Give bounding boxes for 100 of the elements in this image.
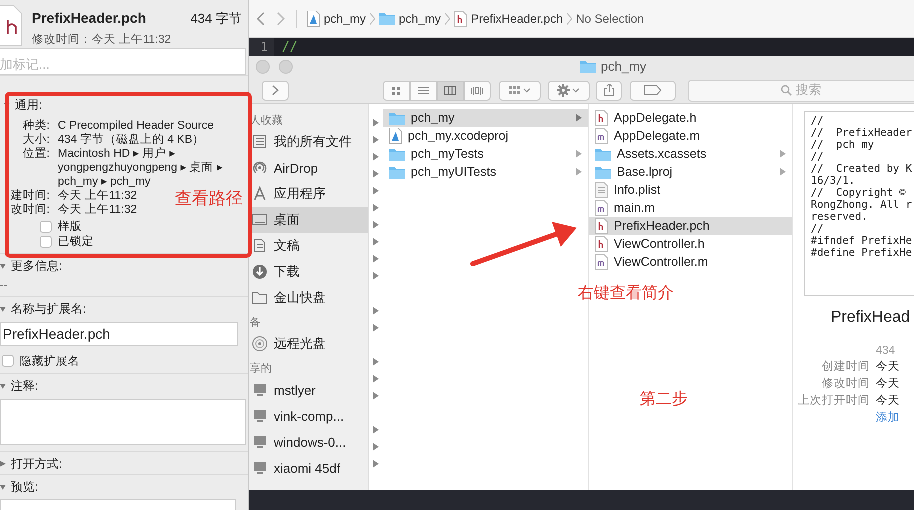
- folder-icon: [389, 148, 405, 160]
- info-label: 改时间:: [10, 203, 50, 217]
- arrange-button[interactable]: [499, 80, 541, 100]
- section-title[interactable]: 注释:: [11, 378, 38, 394]
- file-row[interactable]: AppDelegate.m: [589, 127, 792, 145]
- sidebar-item[interactable]: 我的所有文件: [248, 129, 368, 155]
- section-title[interactable]: 打开方式:: [11, 456, 62, 472]
- sidebar-item[interactable]: vink-comp...: [248, 403, 368, 429]
- add-tag-link[interactable]: 添加: [876, 410, 914, 425]
- file-row[interactable]: pch_my.xcodeproj: [383, 127, 588, 145]
- sidebar-item[interactable]: 文稿: [248, 233, 368, 259]
- file-row[interactable]: pch_myTests: [383, 145, 588, 163]
- checkbox-label: 隐藏扩展名: [20, 354, 80, 368]
- file-row[interactable]: Assets.xcassets: [589, 145, 792, 163]
- detail-label: 修改时间: [821, 376, 870, 391]
- checkbox[interactable]: [2, 355, 14, 367]
- file-row[interactable]: ViewController.m: [589, 253, 792, 271]
- file-size: 434: [876, 345, 896, 357]
- disclosure-triangle-icon[interactable]: [0, 306, 6, 312]
- file-row[interactable]: Info.plist: [589, 181, 792, 199]
- search-icon: [781, 85, 792, 96]
- file-row[interactable]: pch_my: [383, 109, 588, 127]
- list-view-button[interactable]: [410, 80, 437, 100]
- source-file-icon: [595, 200, 608, 216]
- sidebar-item[interactable]: xiaomi 45df: [248, 455, 368, 481]
- section-title[interactable]: 通用:: [15, 96, 42, 114]
- airdrop-icon: [252, 160, 268, 176]
- checkbox-label: 已锁定: [58, 234, 94, 249]
- forward-button[interactable]: [262, 80, 289, 100]
- disclosure-arrow-icon[interactable]: [576, 168, 582, 176]
- breadcrumb-item[interactable]: pch_my: [399, 12, 442, 26]
- file-row[interactable]: Base.lproj: [589, 163, 792, 181]
- sidebar-heading: 备: [249, 316, 262, 331]
- checkbox[interactable]: [40, 236, 52, 248]
- source-file-icon: [595, 254, 608, 270]
- info-label: 建时间:: [10, 189, 50, 203]
- folder-icon: [580, 60, 596, 73]
- info-value: 今天 上午11:32: [58, 203, 138, 217]
- sidebar-item[interactable]: 应用程序: [248, 181, 368, 207]
- sidebar-item[interactable]: 金山快盘: [248, 285, 368, 311]
- project-file-icon: [307, 10, 320, 26]
- disclosure-triangle-icon[interactable]: [0, 484, 6, 490]
- annotation-text: 右键查看简介: [578, 284, 674, 304]
- tag-button[interactable]: [630, 80, 676, 100]
- line-number: 1: [248, 38, 274, 56]
- disclosure-arrow-icon[interactable]: [780, 150, 786, 158]
- comments-field[interactable]: [0, 399, 246, 445]
- disclosure-arrow-icon[interactable]: [373, 392, 379, 400]
- name-field[interactable]: PrefixHeader.pch: [0, 322, 238, 346]
- icons-view-icon: [390, 84, 403, 96]
- code-line: //: [281, 40, 298, 54]
- chevron-icon: [567, 12, 572, 24]
- disclosure-triangle-icon[interactable]: [0, 383, 6, 389]
- sidebar-item[interactable]: windows-0...: [248, 429, 368, 455]
- share-button[interactable]: [596, 80, 622, 100]
- folder-icon: [595, 148, 611, 160]
- computer-icon: [252, 434, 268, 450]
- download-icon: [252, 264, 268, 280]
- file-row[interactable]: AppDelegate.h: [589, 109, 792, 127]
- disclosure-triangle-icon[interactable]: [0, 461, 6, 467]
- desktop-icon: [252, 212, 268, 228]
- sidebar-item[interactable]: AirDrop: [248, 155, 368, 181]
- apps-icon: [252, 186, 268, 202]
- breadcrumb-item[interactable]: PrefixHeader.pch: [471, 12, 564, 26]
- header-file-icon: [454, 10, 468, 26]
- icons-view-button[interactable]: [383, 80, 410, 100]
- file-name: PrefixHeader.pch: [32, 10, 146, 28]
- chevron-right-icon: [272, 85, 279, 96]
- sidebar-item[interactable]: 远程光盘: [248, 331, 368, 357]
- disclosure-arrow-icon[interactable]: [780, 168, 786, 176]
- detail-value: 今天: [876, 394, 901, 408]
- chevron-icon: [370, 12, 376, 24]
- section-title[interactable]: 名称与扩展名:: [11, 300, 86, 318]
- file-row[interactable]: main.m: [589, 199, 792, 217]
- file-size: 434 字节: [190, 10, 242, 28]
- annotation-text: 查看路径: [175, 188, 243, 210]
- breadcrumb-item[interactable]: No Selection: [576, 12, 644, 26]
- columns-view-button[interactable]: [437, 80, 464, 100]
- breadcrumb-item[interactable]: pch_my: [324, 12, 366, 26]
- action-button[interactable]: [548, 80, 590, 100]
- file-row[interactable]: ViewController.h: [589, 235, 792, 253]
- back-icon[interactable]: [256, 12, 266, 26]
- disclosure-arrow-icon[interactable]: [576, 150, 582, 158]
- checkbox[interactable]: [40, 220, 52, 232]
- file-title: PrefixHead: [831, 309, 912, 327]
- file-row[interactable]: PrefixHeader.pch: [589, 217, 792, 235]
- disc-icon: [252, 336, 268, 352]
- coverflow-view-button[interactable]: [464, 80, 491, 100]
- section-title[interactable]: 预览:: [11, 478, 38, 496]
- forward-icon[interactable]: [276, 12, 286, 26]
- share-icon: [604, 84, 614, 97]
- disclosure-arrow-icon[interactable]: [576, 114, 582, 122]
- computer-icon: [252, 408, 268, 424]
- plist-file-icon: [595, 182, 608, 198]
- section-title[interactable]: 更多信息:: [11, 258, 62, 274]
- sidebar-item[interactable]: 下载: [248, 259, 368, 285]
- disclosure-triangle-icon[interactable]: [0, 263, 6, 269]
- info-label: 种类:: [22, 119, 50, 133]
- file-row[interactable]: pch_myUITests: [383, 163, 588, 181]
- sidebar-item[interactable]: mstlyer: [248, 377, 368, 403]
